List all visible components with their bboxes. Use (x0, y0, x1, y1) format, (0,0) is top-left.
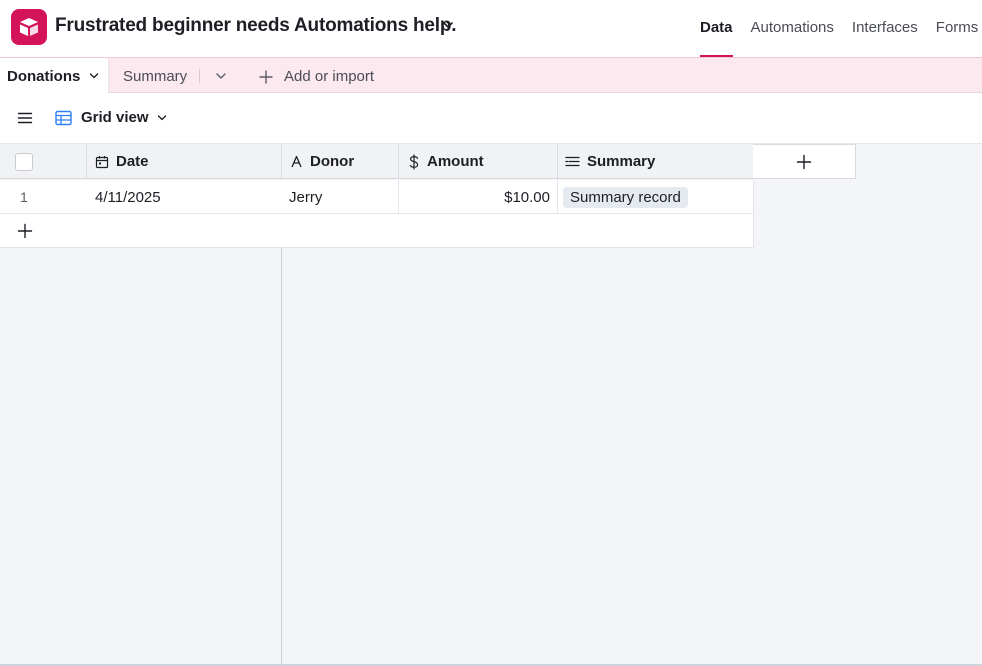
cell-donor[interactable]: Jerry (282, 180, 399, 214)
tab-donations-label: Donations (7, 67, 81, 85)
top-nav: Data Automations Interfaces Forms (700, 0, 982, 57)
hamburger-menu-icon[interactable] (17, 110, 33, 126)
nav-forms[interactable]: Forms (936, 0, 979, 57)
cell-summary[interactable]: Summary record (558, 180, 754, 214)
chevron-down-icon[interactable] (88, 70, 100, 82)
add-field-button[interactable] (753, 144, 856, 179)
add-or-import-button[interactable]: Add or import (258, 68, 374, 85)
add-record-row[interactable] (0, 214, 282, 248)
table-tabs-bar: Donations Summary Add or import (0, 57, 982, 94)
base-title[interactable]: Frustrated beginner needs Automations he… (55, 15, 457, 37)
column-label: Summary (587, 153, 656, 170)
row-number: 1 (20, 189, 28, 205)
top-bar: Frustrated beginner needs Automations he… (0, 0, 982, 57)
tab-donations[interactable]: Donations (0, 58, 109, 94)
cell-date[interactable]: 4/11/2025 (86, 180, 282, 214)
currency-icon (408, 153, 420, 170)
column-header-date[interactable]: Date (86, 144, 282, 179)
linked-record-icon (565, 155, 580, 168)
plus-icon (17, 223, 33, 239)
text-field-icon (290, 155, 303, 168)
table-row[interactable]: 1 4/11/2025 (0, 180, 282, 214)
column-label: Date (116, 153, 149, 170)
nav-interfaces[interactable]: Interfaces (852, 0, 918, 57)
select-all-cell (0, 144, 86, 179)
grid-header-left: Date (0, 144, 282, 179)
view-bar: Grid view (0, 94, 982, 144)
select-all-checkbox[interactable] (15, 153, 33, 171)
chevron-down-icon[interactable] (441, 18, 455, 32)
plus-icon (796, 154, 812, 169)
grid-header-right: Donor Amount Summary (282, 144, 754, 179)
add-record-row-extension[interactable] (282, 214, 754, 248)
column-label: Donor (310, 153, 355, 170)
chevron-down-icon[interactable] (214, 69, 228, 83)
view-name[interactable]: Grid view (81, 109, 149, 126)
column-header-donor[interactable]: Donor (282, 144, 399, 179)
nav-data[interactable]: Data (700, 0, 733, 57)
tab-summary[interactable]: Summary (123, 68, 187, 85)
plus-icon (259, 69, 273, 84)
calendar-icon (95, 155, 109, 169)
chevron-down-icon[interactable] (156, 112, 168, 124)
linked-record-chip[interactable]: Summary record (563, 186, 688, 208)
add-or-import-label: Add or import (284, 68, 375, 85)
table-row[interactable]: Jerry $10.00 Summary record (282, 180, 754, 214)
tab-divider (199, 69, 200, 83)
airtable-logo-icon[interactable] (11, 9, 47, 45)
column-header-amount[interactable]: Amount (399, 144, 558, 179)
cell-amount[interactable]: $10.00 (399, 180, 558, 214)
column-header-summary[interactable]: Summary (558, 144, 754, 179)
column-label: Amount (427, 153, 484, 170)
grid-view-icon (55, 110, 72, 126)
nav-automations[interactable]: Automations (751, 0, 834, 57)
